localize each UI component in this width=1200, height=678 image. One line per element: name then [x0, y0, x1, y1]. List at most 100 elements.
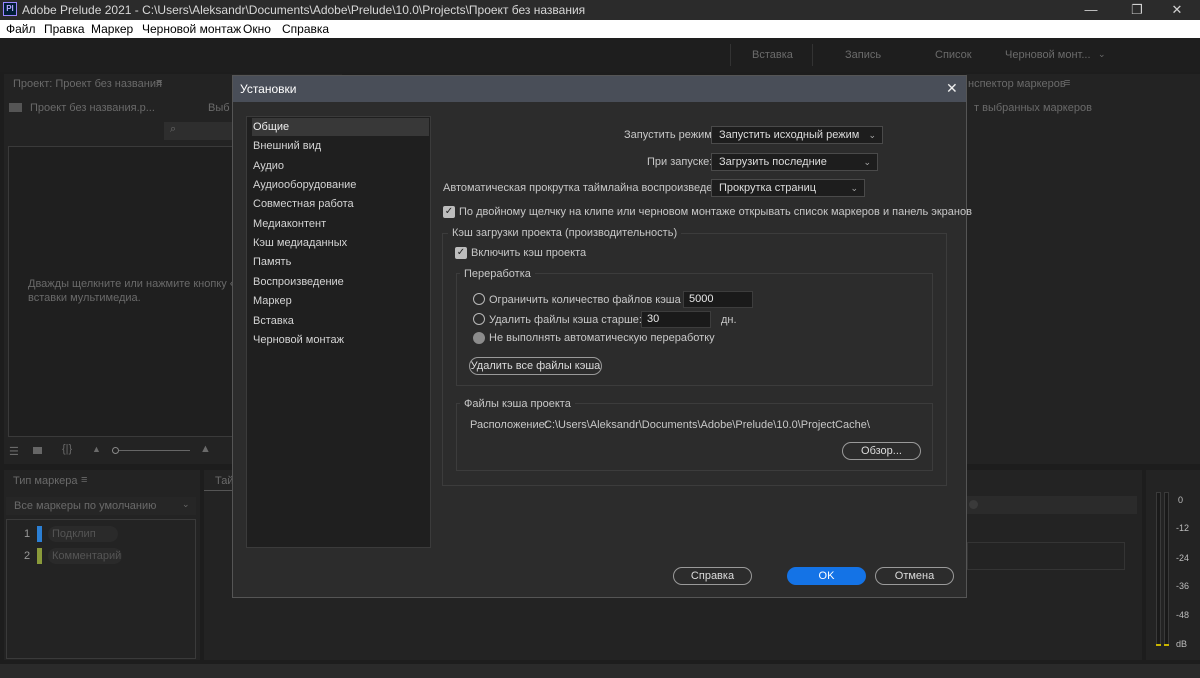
- on-start-label: При запуске:: [647, 156, 713, 168]
- nav-memory[interactable]: Память: [252, 253, 429, 271]
- autoscroll-dropdown[interactable]: Прокрутка страниц ⌄: [711, 179, 865, 197]
- nav-ingest[interactable]: Вставка: [252, 312, 429, 330]
- enable-cache-checkbox[interactable]: ✓: [455, 247, 467, 259]
- marker-filter-value: Все маркеры по умолчанию: [14, 500, 157, 512]
- limit-files-input[interactable]: 5000: [683, 291, 753, 308]
- nav-playback[interactable]: Воспроизведение: [252, 273, 429, 291]
- delete-all-cache-button[interactable]: Удалить все файлы кэша: [469, 357, 602, 375]
- menu-help[interactable]: Справка: [282, 22, 329, 36]
- nav-rough-cut[interactable]: Черновой монтаж: [252, 331, 429, 349]
- menu-bar: Файл Правка Маркер Черновой монтаж Окно …: [0, 20, 1200, 38]
- enable-cache-label: Включить кэш проекта: [471, 247, 587, 259]
- cancel-button[interactable]: Отмена: [875, 567, 954, 585]
- on-start-dropdown[interactable]: Загрузить последние ⌄: [711, 153, 878, 171]
- nav-media-cache[interactable]: Кэш медиаданных: [252, 234, 429, 252]
- close-window-button[interactable]: ✕: [1154, 0, 1200, 20]
- freeform-view-icon[interactable]: {|}: [62, 443, 72, 455]
- startup-mode-value: Запустить исходный режим: [719, 129, 860, 141]
- no-auto-label: Не выполнять автоматическую переработку: [489, 332, 715, 344]
- ok-button[interactable]: OK: [787, 567, 866, 585]
- limit-files-radio[interactable]: [473, 293, 485, 305]
- close-icon[interactable]: ✕: [946, 80, 958, 97]
- project-cache-group-title: Кэш загрузки проекта (производительность…: [448, 227, 682, 239]
- search-input[interactable]: ⌕: [164, 122, 242, 140]
- delete-older-input[interactable]: 30: [641, 311, 711, 328]
- status-bar: [0, 664, 1200, 678]
- audio-meter-panel: 0 -12 -24 -36 -48 dB: [1146, 470, 1200, 660]
- startup-mode-dropdown[interactable]: Запустить исходный режим ⌄: [711, 126, 883, 144]
- marker-subclip-button[interactable]: Подклип: [48, 526, 118, 542]
- panel-menu-icon[interactable]: ≡: [81, 474, 87, 486]
- dblclick-checkbox[interactable]: ✓: [443, 206, 455, 218]
- title-bar: Pl Adobe Prelude 2021 - C:\Users\Aleksan…: [0, 0, 1200, 20]
- preferences-nav: Общие Внешний вид Аудио Аудиооборудовани…: [246, 116, 431, 548]
- cache-files-group-title: Файлы кэша проекта: [460, 398, 575, 410]
- divider: [812, 44, 813, 66]
- delete-older-label: Удалить файлы кэша старше:: [489, 314, 642, 326]
- workspace-tab-record[interactable]: Запись: [845, 49, 881, 61]
- project-file-icon: [9, 103, 22, 112]
- prelude-logo-icon: Pl: [3, 2, 17, 16]
- window-title: Adobe Prelude 2021 - C:\Users\Aleksandr\…: [22, 3, 586, 17]
- zoom-in-icon[interactable]: ▲: [200, 443, 211, 455]
- playhead-icon[interactable]: [969, 500, 978, 509]
- workspace-tab-list[interactable]: Список: [935, 49, 972, 61]
- marker-number: 1: [24, 528, 31, 540]
- marker-inspector-panel: нспектор маркеров ≡ т выбранных маркеров: [966, 74, 1200, 464]
- nav-general[interactable]: Общие: [252, 118, 429, 136]
- panel-menu-icon[interactable]: ≡: [1064, 77, 1070, 89]
- workspace-tab-rough-cut[interactable]: Черновой монт...: [1005, 49, 1091, 61]
- dialog-header: Установки ✕: [233, 76, 966, 102]
- vu-tick-label: 0: [1178, 495, 1184, 505]
- empty-hint: Дважды щелкните или нажмите кнопку «Вс: [28, 278, 249, 290]
- panel-menu-icon[interactable]: ≡: [156, 77, 162, 89]
- chevron-down-icon: ⌄: [850, 183, 858, 193]
- zoom-slider[interactable]: [112, 450, 190, 451]
- location-label: Расположение:: [470, 419, 548, 431]
- timeline-tab[interactable]: Тай: [215, 475, 234, 487]
- divider: [730, 44, 731, 66]
- menu-marker[interactable]: Маркер: [91, 22, 133, 36]
- vu-level-left: [1156, 644, 1161, 646]
- list-view-icon[interactable]: ☰: [9, 445, 19, 458]
- nav-audio-hardware[interactable]: Аудиооборудование: [252, 176, 429, 194]
- nav-collaboration[interactable]: Совместная работа: [252, 195, 429, 213]
- chevron-down-icon[interactable]: ⌄: [1098, 49, 1106, 60]
- menu-rough-cut[interactable]: Черновой монтаж: [142, 22, 241, 36]
- dblclick-checkbox-label: По двойному щелчку на клипе или черновом…: [459, 206, 972, 218]
- nav-marker[interactable]: Маркер: [252, 292, 429, 310]
- workspace-tab-ingest[interactable]: Вставка: [752, 49, 793, 61]
- menu-window[interactable]: Окно: [243, 22, 271, 36]
- minimize-button[interactable]: —: [1068, 0, 1114, 20]
- marker-color-swatch: [37, 526, 42, 542]
- menu-file[interactable]: Файл: [6, 22, 36, 36]
- preferences-dialog: Установки ✕ Общие Внешний вид Аудио Ауди…: [232, 75, 972, 598]
- nav-audio[interactable]: Аудио: [252, 157, 429, 175]
- on-start-value: Загрузить последние: [719, 156, 827, 168]
- delete-older-radio[interactable]: [473, 313, 485, 325]
- chevron-down-icon: ⌄: [863, 157, 871, 167]
- help-button[interactable]: Справка: [673, 567, 752, 585]
- vu-tick-label: -12: [1176, 523, 1190, 533]
- project-item[interactable]: Проект без названия.p...: [30, 102, 155, 114]
- workspace-bar: Вставка Запись Список Черновой монт... ⌄: [0, 38, 1200, 72]
- vu-tick-label: dB: [1176, 639, 1188, 649]
- marker-filter-dropdown[interactable]: Все маркеры по умолчанию ⌄: [6, 497, 196, 515]
- chevron-down-icon: ⌄: [868, 130, 876, 140]
- no-auto-radio[interactable]: [473, 332, 485, 344]
- vu-tick-label: -36: [1176, 581, 1190, 591]
- menu-edit[interactable]: Правка: [44, 22, 85, 36]
- zoom-slider-handle[interactable]: [112, 447, 119, 454]
- location-path: C:\Users\Aleksandr\Documents\Adobe\Prelu…: [544, 419, 870, 431]
- vu-meter-right: [1164, 492, 1169, 646]
- autoscroll-value: Прокрутка страниц: [719, 182, 817, 194]
- icon-view-icon[interactable]: [33, 447, 42, 454]
- chevron-down-icon: ⌄: [182, 499, 190, 509]
- empty-inspector-text: т выбранных маркеров: [974, 102, 1092, 114]
- marker-comment-button[interactable]: Комментарий: [48, 548, 122, 564]
- vu-tick-label: -24: [1176, 553, 1190, 563]
- zoom-out-icon[interactable]: ▲: [92, 444, 101, 454]
- nav-appearance[interactable]: Внешний вид: [252, 137, 429, 155]
- nav-media[interactable]: Медиаконтент: [252, 215, 429, 233]
- browse-button[interactable]: Обзор...: [842, 442, 921, 460]
